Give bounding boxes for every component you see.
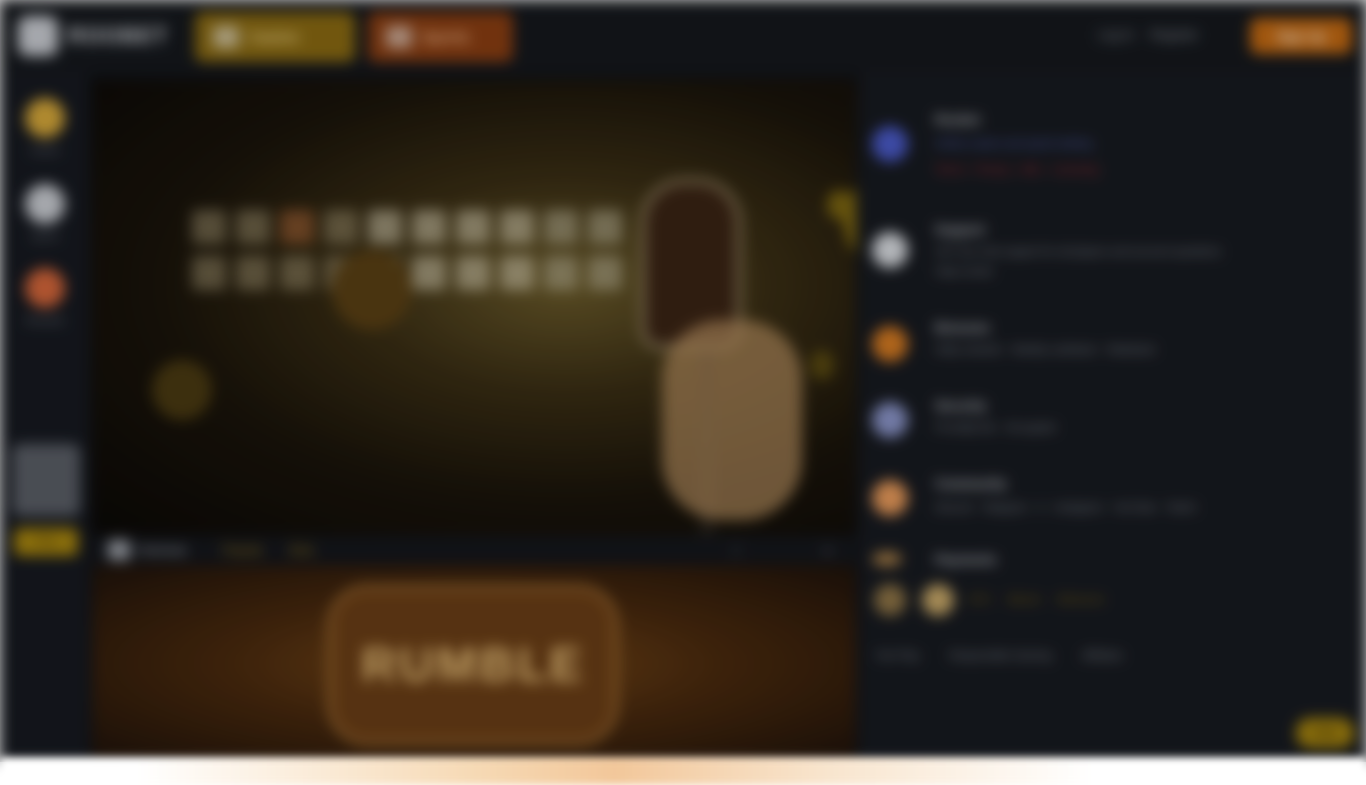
sports-tab-label: Sports	[422, 28, 470, 46]
game-toolbar: Hacksaw Popular Slots ⛶ ▭	[92, 535, 856, 565]
footer-links: Fair Play Responsible Gaming Affiliates	[876, 650, 1123, 662]
banner-emblem: RUMBLE	[328, 585, 618, 745]
community-icon	[872, 480, 908, 516]
feed-item-line: Daily rewards · Weekly cashback · Rakeba…	[935, 344, 1156, 356]
payment-chip[interactable]: Bitcoin	[1008, 594, 1041, 606]
rail-item-casino[interactable]: Casino	[14, 98, 76, 157]
casino-tab-label: Casino	[249, 28, 300, 46]
feed-item-line: Provably fair · Encrypted	[935, 422, 1056, 434]
rail-item-sports[interactable]: Sports	[14, 184, 76, 243]
coin-icon	[844, 175, 856, 265]
feed-item-line[interactable]: Terms · Privacy · AML · Licensing	[935, 160, 1345, 180]
rail-play-button[interactable]: Play	[14, 528, 78, 556]
casino-icon	[213, 26, 239, 48]
rail-item-label: Casino	[29, 146, 61, 157]
login-link[interactable]: Log In	[1098, 27, 1134, 42]
promo-banner[interactable]: RUMBLE	[92, 565, 856, 762]
chat-button[interactable]: Chat	[1296, 718, 1354, 748]
feed-item-line[interactable]: Online casino and sports betting	[935, 134, 1345, 154]
support-icon	[872, 232, 908, 268]
provider-badge[interactable]: Hacksaw	[108, 540, 187, 560]
provider-name: Hacksaw	[138, 543, 187, 557]
slot-reels	[192, 210, 632, 300]
game-canvas[interactable]	[92, 80, 856, 535]
feed-item-title: Security	[935, 398, 987, 413]
fullscreen-icon[interactable]: ⛶	[732, 543, 740, 558]
register-link[interactable]: Register	[1150, 27, 1198, 42]
sports-tab-button[interactable]: Sports	[368, 12, 513, 62]
sports-icon	[386, 26, 412, 48]
footer-link[interactable]: Affiliates	[1082, 650, 1123, 662]
feed-item-line: 24/7 live chat support for all players a…	[935, 246, 1222, 258]
hand-graphic	[662, 320, 802, 520]
brand-name: ROOBET	[67, 23, 168, 48]
left-rail: Casino Sports Rewards Play	[0, 72, 88, 762]
provider-icon	[108, 540, 130, 560]
side-gem-icon	[810, 350, 834, 380]
payment-chip[interactable]: BTC	[970, 594, 992, 606]
top-bar: ROOBET Casino Sports Log In Register Sig…	[0, 0, 1366, 72]
background-lamp-icon	[332, 250, 412, 330]
feed-item-title: Community	[935, 476, 1007, 491]
logo-icon	[18, 16, 58, 56]
rewards-rail-icon	[25, 268, 65, 308]
feed-item-title: Payments	[935, 552, 997, 567]
side-gem-icon	[827, 190, 851, 220]
feed-item-title: Support	[935, 222, 985, 237]
feed-item-line[interactable]: Help Center	[935, 262, 1345, 282]
rail-play-label: Play	[36, 536, 56, 547]
shield-icon	[872, 402, 908, 438]
payment-methods: BTC Bitcoin Ethereum	[874, 584, 1105, 616]
tag-slots[interactable]: Slots	[288, 543, 315, 557]
feed-item-line[interactable]: Discord · Telegram · X · Instagram · You…	[935, 498, 1345, 518]
brand-logo[interactable]: ROOBET	[18, 14, 168, 58]
bonus-icon	[872, 326, 908, 362]
footer-link[interactable]: Fair Play	[876, 650, 919, 662]
casino-rail-icon	[25, 98, 65, 138]
casino-tab-button[interactable]: Casino	[195, 12, 355, 62]
app-root: ROOBET Casino Sports Log In Register Sig…	[0, 0, 1366, 762]
brand-badge-icon	[872, 126, 908, 162]
feed-item-title: Roobet	[935, 112, 980, 127]
coin-icon	[922, 584, 954, 616]
feed-item-title: Bonuses	[935, 320, 990, 335]
rail-featured-card[interactable]	[12, 444, 80, 516]
payment-chip[interactable]: Ethereum	[1057, 594, 1105, 606]
bottom-glow-strip	[0, 758, 1366, 785]
footer-link[interactable]: Responsible Gaming	[949, 650, 1051, 662]
coin-icon	[874, 584, 906, 616]
rail-item-rewards[interactable]: Rewards	[14, 268, 76, 327]
sports-rail-icon	[25, 184, 65, 224]
background-lamp-icon	[152, 360, 212, 420]
info-panel: Roobet Online casino and sports betting …	[860, 72, 1366, 762]
tag-popular[interactable]: Popular	[222, 543, 263, 557]
signup-button[interactable]: Sign Up	[1250, 18, 1352, 54]
theater-mode-icon[interactable]: ▭	[822, 543, 833, 557]
rail-item-label: Sports	[30, 232, 60, 243]
payments-icon	[872, 552, 902, 566]
rail-item-label: Rewards	[25, 316, 65, 327]
banner-title: RUMBLE	[361, 638, 585, 692]
